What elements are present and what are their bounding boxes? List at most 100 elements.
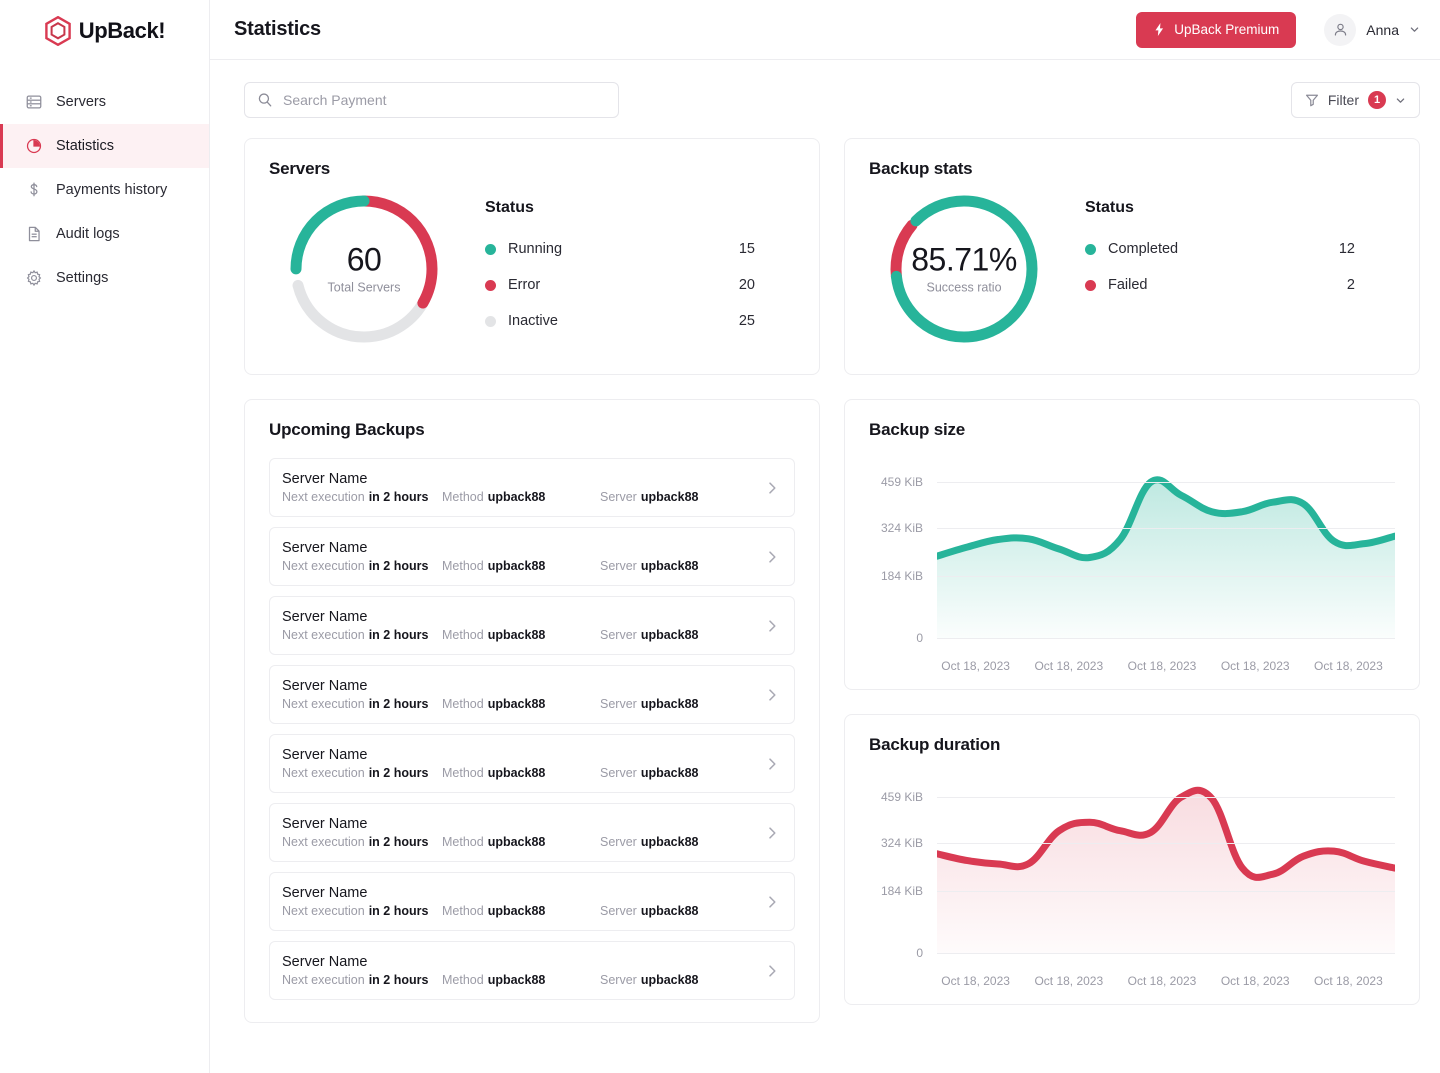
y-axis-tick-label: 459 KiB — [881, 790, 923, 804]
list-item-content: Server Name Next execution in 2 hoursMeth… — [282, 885, 764, 918]
chevron-right-icon[interactable] — [764, 825, 780, 841]
brand-logo[interactable]: UpBack! — [0, 0, 209, 62]
document-icon — [24, 225, 43, 244]
sidebar-item-audit-logs[interactable]: Audit logs — [0, 212, 209, 256]
backup-size-x-axis: Oct 18, 2023Oct 18, 2023Oct 18, 2023Oct … — [929, 659, 1395, 673]
server: Server upback88 — [600, 766, 699, 780]
sidebar-item-label: Payments history — [56, 182, 167, 198]
server: Server upback88 — [600, 904, 699, 918]
y-axis-tick-label: 184 KiB — [881, 569, 923, 583]
lightning-bolt-icon — [1153, 23, 1166, 36]
user-menu[interactable]: Anna — [1324, 14, 1420, 46]
gridline — [937, 482, 1395, 483]
sidebar-item-statistics[interactable]: Statistics — [0, 124, 209, 168]
legend-value: 15 — [739, 241, 755, 257]
next-execution: Next execution in 2 hours — [282, 973, 442, 987]
status-dot-inactive — [485, 316, 496, 327]
method: Method upback88 — [442, 697, 600, 711]
list-item[interactable]: Server NameNext execution in 2 hoursMeth… — [269, 665, 795, 724]
backup-stats-donut-center: 85.71% Success ratio — [889, 244, 1039, 295]
premium-button-label: UpBack Premium — [1174, 22, 1279, 37]
chevron-right-icon[interactable] — [764, 618, 780, 634]
dashboard-grid: Servers — [234, 138, 1420, 1023]
legend-label: Completed — [1108, 241, 1339, 257]
server-name: Server Name — [282, 885, 764, 901]
right-column: Backup stats — [844, 138, 1420, 1023]
servers-legend-title: Status — [485, 199, 755, 217]
sidebar-item-servers[interactable]: Servers — [0, 80, 209, 124]
upcoming-backups-title: Upcoming Backups — [269, 420, 795, 440]
sidebar-item-settings[interactable]: Settings — [0, 256, 209, 300]
legend-label: Failed — [1108, 277, 1347, 293]
x-axis-tick-label: Oct 18, 2023 — [1302, 659, 1395, 673]
chevron-right-icon[interactable] — [764, 894, 780, 910]
next-execution: Next execution in 2 hours — [282, 835, 442, 849]
search-icon — [257, 92, 273, 108]
y-axis-tick-label: 184 KiB — [881, 884, 923, 898]
success-ratio-value: 85.71% — [889, 244, 1039, 278]
list-item[interactable]: Server Name Next execution in 2 hoursMeth… — [269, 527, 795, 586]
content-toolbar: Filter 1 — [234, 60, 1420, 138]
server-name: Server Name — [282, 954, 764, 970]
upcoming-backups-list: Server NameNext execution in 2 hoursMeth… — [269, 458, 795, 1000]
list-item-meta: Next execution in 2 hoursMethod upback88… — [282, 559, 764, 573]
server: Server upback88 — [600, 490, 699, 504]
chevron-right-icon[interactable] — [764, 480, 780, 496]
gridline — [937, 843, 1395, 844]
server-name: Server Name — [282, 540, 764, 556]
backup-stats-donut-chart: 85.71% Success ratio — [869, 185, 1059, 353]
pie-chart-icon — [24, 137, 43, 156]
list-item[interactable]: Server NameNext execution in 2 hoursMeth… — [269, 734, 795, 793]
list-item[interactable]: Server Name Next execution in 2 hoursMeth… — [269, 872, 795, 931]
chevron-right-icon[interactable] — [764, 963, 780, 979]
list-item[interactable]: Server NameNext execution in 2 hoursMeth… — [269, 941, 795, 1000]
backup-size-plot — [937, 458, 1395, 638]
gridline — [937, 953, 1395, 954]
list-item-meta: Next execution in 2 hoursMethod upback88… — [282, 835, 764, 849]
success-ratio-label: Success ratio — [889, 280, 1039, 294]
dollar-icon — [24, 181, 43, 200]
backup-duration-chart[interactable]: 0184 KiB324 KiB459 KiB — [869, 773, 1395, 988]
chevron-right-icon[interactable] — [764, 756, 780, 772]
list-item-meta: Next execution in 2 hoursMethod upback88… — [282, 904, 764, 918]
list-item-meta: Next execution in 2 hoursMethod upback88… — [282, 490, 764, 504]
chevron-right-icon[interactable] — [764, 687, 780, 703]
funnel-icon — [1305, 93, 1319, 107]
legend-label: Error — [508, 277, 739, 293]
server: Server upback88 — [600, 559, 699, 573]
status-dot-completed — [1085, 244, 1096, 255]
sidebar-nav: Servers Statistics — [0, 80, 209, 300]
upcoming-backups-card: Upcoming Backups Server Name Next executi… — [244, 399, 820, 1023]
servers-donut-body: 60 Total Servers Status Running 15 — [269, 185, 795, 353]
page-content: Filter 1 Servers — [210, 60, 1440, 1073]
list-item-content: Server Name Next execution in 2 hoursMeth… — [282, 540, 764, 573]
chevron-down-icon — [1395, 95, 1406, 106]
filter-button[interactable]: Filter 1 — [1291, 82, 1420, 118]
x-axis-tick-label: Oct 18, 2023 — [929, 659, 1022, 673]
sidebar-item-label: Statistics — [56, 138, 114, 154]
legend-value: 12 — [1339, 241, 1355, 257]
list-item[interactable]: Server NameNext execution in 2 hoursMeth… — [269, 596, 795, 655]
list-item-meta: Next execution in 2 hoursMethod upback88… — [282, 628, 764, 642]
server-name: Server Name — [282, 471, 764, 487]
backup-stats-legend: Status Completed 12 Failed 2 — [1085, 185, 1355, 303]
filter-count-badge: 1 — [1368, 91, 1386, 109]
sidebar-item-payments-history[interactable]: Payments history — [0, 168, 209, 212]
x-axis-tick-label: Oct 18, 2023 — [1115, 974, 1208, 988]
status-dot-error — [485, 280, 496, 291]
user-avatar-icon — [1332, 21, 1349, 38]
top-header: Statistics UpBack Premium Anna — [210, 0, 1440, 60]
backup-size-chart[interactable]: 0184 KiB324 KiB459 KiB — [869, 458, 1395, 673]
next-execution: Next execution in 2 hours — [282, 628, 442, 642]
list-item[interactable]: Server NameNext execution in 2 hoursMeth… — [269, 803, 795, 862]
x-axis-tick-label: Oct 18, 2023 — [1209, 659, 1302, 673]
search-input[interactable] — [244, 82, 619, 118]
list-item-meta: Next execution in 2 hoursMethod upback88… — [282, 766, 764, 780]
list-item-content: Server NameNext execution in 2 hoursMeth… — [282, 747, 764, 780]
legend-value: 2 — [1347, 277, 1355, 293]
chevron-right-icon[interactable] — [764, 549, 780, 565]
y-axis-tick-label: 0 — [916, 946, 923, 960]
upback-premium-button[interactable]: UpBack Premium — [1136, 12, 1296, 48]
next-execution: Next execution in 2 hours — [282, 697, 442, 711]
list-item[interactable]: Server Name Next execution in 2 hoursMeth… — [269, 458, 795, 517]
